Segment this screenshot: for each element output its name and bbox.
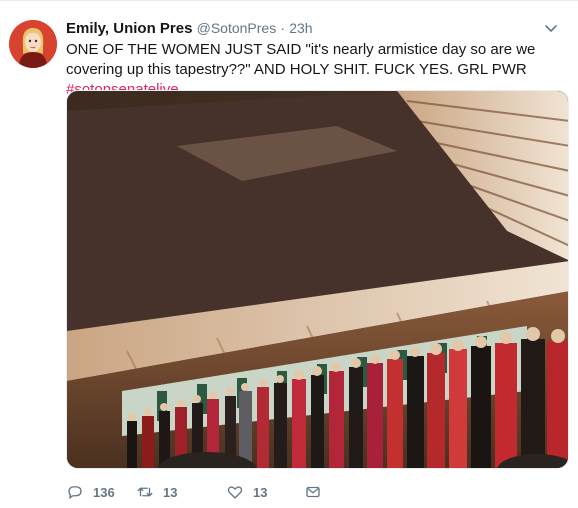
avatar[interactable] [9, 20, 57, 68]
retweet-icon [137, 487, 153, 497]
separator-dot: · [280, 20, 286, 36]
avatar-illustration [9, 20, 57, 68]
tweet-actions: 136 13 13 [66, 481, 566, 503]
tweet-header: Emily, Union Pres @SotonPres · 23h [66, 18, 313, 39]
retweet-button[interactable]: 13 [136, 481, 177, 503]
reply-button[interactable]: 136 [66, 481, 115, 503]
reply-icon [68, 486, 82, 499]
tweet-photo[interactable] [66, 90, 569, 469]
like-count: 13 [253, 484, 268, 500]
author-handle[interactable]: @SotonPres [197, 20, 277, 36]
like-button[interactable]: 13 [226, 481, 267, 503]
tweet-card[interactable]: Emily, Union Pres @SotonPres · 23h ONE O… [0, 0, 578, 508]
timestamp[interactable]: 23h [289, 20, 312, 36]
direct-message-icon [306, 486, 320, 498]
author-name[interactable]: Emily, Union Pres [66, 20, 192, 37]
like-icon [227, 486, 243, 499]
ceremony-photo [67, 91, 568, 468]
direct-message-button[interactable] [304, 481, 331, 503]
reply-count: 136 [93, 484, 115, 500]
retweet-count: 13 [163, 484, 178, 500]
chevron-down-icon [545, 25, 557, 32]
tweet-body: ONE OF THE WOMEN JUST SAID "it's nearly … [66, 41, 536, 78]
more-options-button[interactable] [540, 20, 562, 38]
